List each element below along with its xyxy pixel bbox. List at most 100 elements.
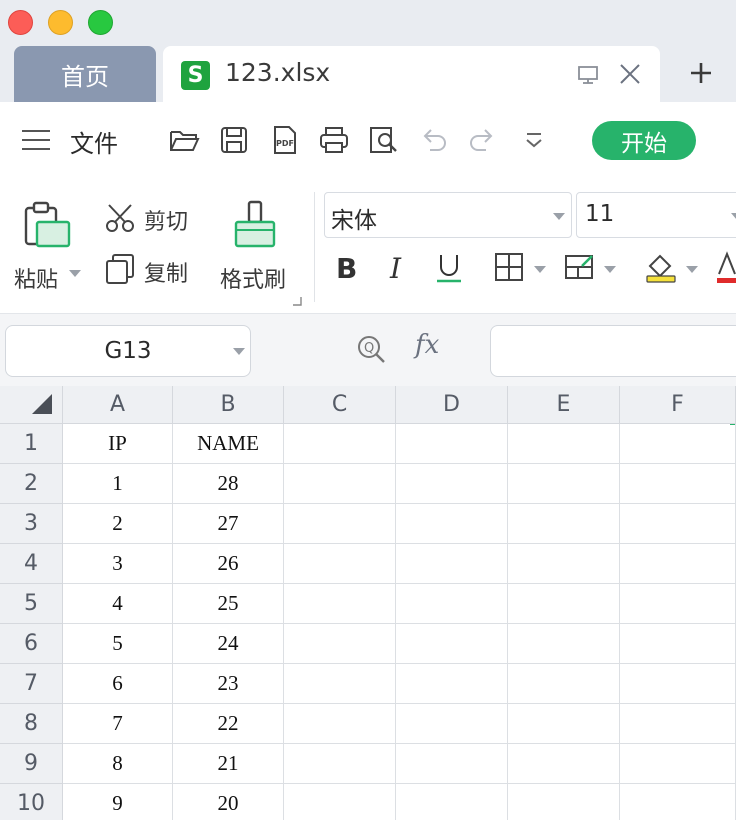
fill-color-dropdown-caret-icon[interactable] [686,266,698,273]
cell-a5[interactable]: 4 [63,584,173,624]
redo-icon[interactable] [466,124,498,156]
cell-e2[interactable] [508,464,620,504]
cell-e5[interactable] [508,584,620,624]
cell-f3[interactable] [620,504,736,544]
cell-c6[interactable] [284,624,396,664]
cell-d8[interactable] [396,704,508,744]
cell-e1[interactable] [508,424,620,464]
cell-a3[interactable]: 2 [63,504,173,544]
cell-f5[interactable] [620,584,736,624]
hamburger-menu-icon[interactable] [22,129,50,151]
format-painter-icon[interactable] [232,200,278,250]
paste-dropdown-caret-icon[interactable] [69,270,81,277]
row-header-1[interactable]: 1 [0,424,63,464]
row-header-5[interactable]: 5 [0,584,63,624]
close-tab-icon[interactable] [618,62,642,86]
cell-f4[interactable] [620,544,736,584]
cell-c5[interactable] [284,584,396,624]
cell-e3[interactable] [508,504,620,544]
cell-a9[interactable]: 8 [63,744,173,784]
cell-d7[interactable] [396,664,508,704]
paste-button[interactable]: 粘贴 [14,262,58,294]
formula-input[interactable] [490,325,736,377]
cell-f7[interactable] [620,664,736,704]
italic-icon[interactable]: I [384,252,412,284]
cell-d3[interactable] [396,504,508,544]
new-tab-icon[interactable] [686,58,716,88]
cell-c7[interactable] [284,664,396,704]
zoom-window-button[interactable] [88,10,113,35]
row-header-9[interactable]: 9 [0,744,63,784]
font-size-chevron-down-icon[interactable] [731,213,736,220]
cell-f1[interactable] [620,424,736,464]
cell-d1[interactable] [396,424,508,464]
cell-a1[interactable]: IP [63,424,173,464]
row-header-8[interactable]: 8 [0,704,63,744]
font-name-chevron-down-icon[interactable] [553,213,565,220]
select-all-corner[interactable] [0,386,63,424]
cell-b2[interactable]: 28 [173,464,284,504]
cell-b6[interactable]: 24 [173,624,284,664]
column-header-c[interactable]: C [284,386,396,424]
function-fx-icon[interactable]: fx [415,330,439,360]
cell-b3[interactable]: 27 [173,504,284,544]
start-tab-button[interactable]: 开始 [592,121,696,160]
cell-a10[interactable]: 9 [63,784,173,820]
cell-b8[interactable]: 22 [173,704,284,744]
cell-a2[interactable]: 1 [63,464,173,504]
format-painter-button[interactable]: 格式刷 [220,262,286,294]
bold-icon[interactable]: B [334,252,362,284]
copy-button[interactable]: 复制 [144,256,188,288]
cell-b4[interactable]: 26 [173,544,284,584]
print-icon[interactable] [318,124,350,156]
cell-c2[interactable] [284,464,396,504]
row-header-4[interactable]: 4 [0,544,63,584]
cell-e10[interactable] [508,784,620,820]
borders-dropdown-caret-icon[interactable] [534,266,546,273]
cell-d10[interactable] [396,784,508,820]
cell-d9[interactable] [396,744,508,784]
cell-a6[interactable]: 5 [63,624,173,664]
cell-c4[interactable] [284,544,396,584]
cell-c1[interactable] [284,424,396,464]
column-header-a[interactable]: A [63,386,173,424]
copy-icon[interactable] [104,252,136,286]
column-header-b[interactable]: B [173,386,284,424]
cell-e4[interactable] [508,544,620,584]
column-header-e[interactable]: E [508,386,620,424]
pin-window-icon[interactable] [577,64,599,86]
row-header-10[interactable]: 10 [0,784,63,820]
cell-c9[interactable] [284,744,396,784]
cell-f10[interactable] [620,784,736,820]
cell-style-icon[interactable] [564,252,596,282]
cell-b1[interactable]: NAME [173,424,284,464]
row-header-7[interactable]: 7 [0,664,63,704]
fill-color-icon[interactable] [644,250,678,284]
cut-button[interactable]: 剪切 [144,204,188,236]
tab-file[interactable]: S 123.xlsx [163,46,660,102]
clipboard-group-expand-icon[interactable] [292,296,302,306]
cell-d5[interactable] [396,584,508,624]
underline-icon[interactable] [434,252,464,284]
name-box[interactable]: G13 [5,325,251,377]
row-header-2[interactable]: 2 [0,464,63,504]
cell-f9[interactable] [620,744,736,784]
cell-e7[interactable] [508,664,620,704]
cell-b10[interactable]: 20 [173,784,284,820]
export-pdf-icon[interactable]: PDF [268,124,300,156]
cell-a4[interactable]: 3 [63,544,173,584]
cell-e8[interactable] [508,704,620,744]
cell-c3[interactable] [284,504,396,544]
menu-file[interactable]: 文件 [70,124,118,159]
font-size-select[interactable]: 11 [576,192,736,238]
open-folder-icon[interactable] [168,124,200,156]
zoom-magnifier-icon[interactable]: Q [354,332,388,366]
cell-style-dropdown-caret-icon[interactable] [604,266,616,273]
minimize-window-button[interactable] [48,10,73,35]
cell-e6[interactable] [508,624,620,664]
cell-f8[interactable] [620,704,736,744]
customize-toolbar-chevron-icon[interactable] [518,124,550,156]
column-header-f[interactable]: F [620,386,736,424]
column-header-d[interactable]: D [396,386,508,424]
tab-home[interactable]: 首页 [14,46,156,102]
